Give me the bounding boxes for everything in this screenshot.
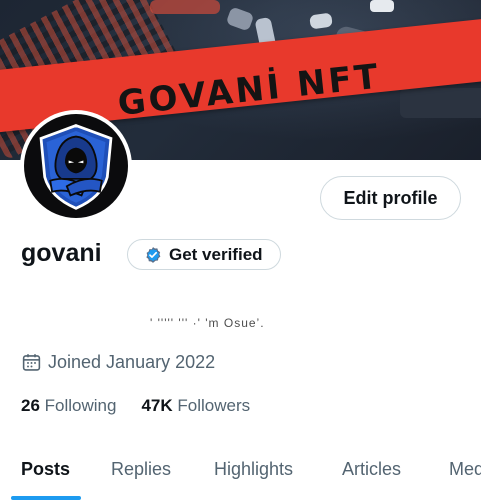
profile-tabs: Posts Replies Highlights Articles Media: [0, 445, 481, 500]
tab-posts[interactable]: Posts: [21, 459, 70, 480]
followers-link[interactable]: 47K Followers: [141, 396, 250, 416]
get-verified-button[interactable]: Get verified: [127, 239, 281, 270]
following-link[interactable]: 26 Following: [21, 396, 116, 416]
verified-badge-icon: [146, 246, 161, 263]
profile-name: govani: [21, 239, 102, 267]
tab-highlights[interactable]: Highlights: [214, 459, 293, 480]
followers-label: Followers: [177, 396, 251, 415]
profile-bio: ' ''''' ''' ·' 'm Osue’.: [150, 316, 265, 330]
follow-stats: 26 Following 47K Followers: [21, 396, 250, 416]
avatar[interactable]: [20, 110, 132, 222]
tab-media[interactable]: Media: [449, 459, 481, 480]
followers-count: 47K: [141, 396, 173, 415]
banner-gadget: [150, 0, 220, 14]
get-verified-label: Get verified: [169, 244, 263, 264]
following-count: 26: [21, 396, 40, 415]
avatar-image: [24, 114, 128, 218]
banner-gadget: [400, 88, 481, 118]
following-label: Following: [44, 396, 117, 415]
banner-gadget: [370, 0, 394, 12]
tab-articles[interactable]: Articles: [342, 459, 401, 480]
tab-replies[interactable]: Replies: [111, 459, 171, 480]
hooded-figure-icon: [39, 124, 113, 210]
calendar-icon: [22, 354, 41, 371]
edit-profile-button[interactable]: Edit profile: [320, 176, 461, 220]
active-tab-indicator: [11, 496, 81, 500]
joined-date: Joined January 2022: [21, 352, 215, 373]
joined-label: Joined January 2022: [48, 352, 216, 372]
